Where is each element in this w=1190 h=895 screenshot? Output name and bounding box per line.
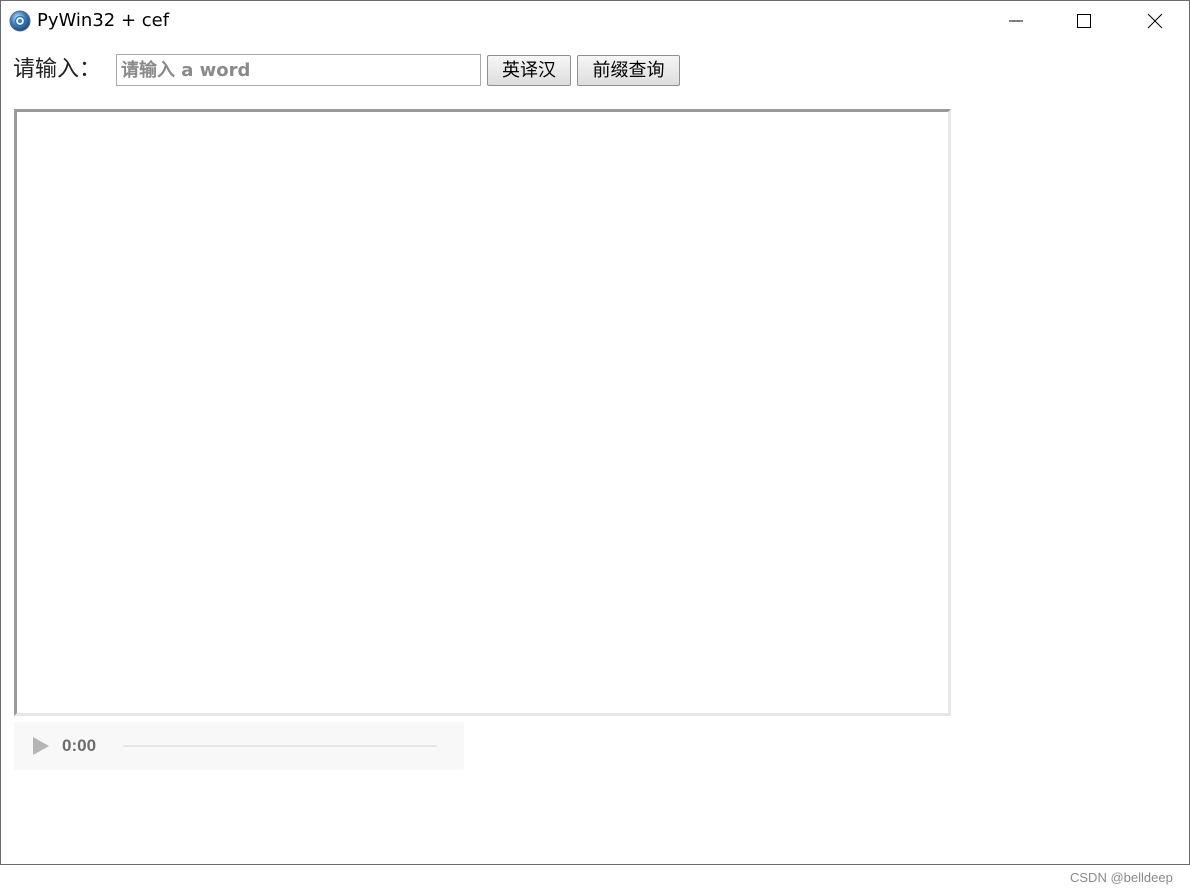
prompt-label: 请输入： <box>13 57 102 82</box>
close-icon <box>1147 13 1163 29</box>
seek-slider[interactable] <box>123 745 437 747</box>
play-icon <box>33 737 49 755</box>
app-window: PyWin32 + cef 请输入： 英译汉 前缀查询 <box>0 0 1190 865</box>
close-button[interactable] <box>1132 1 1178 41</box>
play-button[interactable] <box>32 736 50 756</box>
audio-time: 0:00 <box>62 736 97 755</box>
result-textarea[interactable] <box>14 109 951 716</box>
minimize-icon <box>1009 20 1023 22</box>
query-form: 请输入： 英译汉 前缀查询 <box>13 53 713 87</box>
title-bar[interactable]: PyWin32 + cef <box>1 1 1189 41</box>
window-title: PyWin32 + cef <box>37 10 170 31</box>
word-input[interactable] <box>116 54 481 86</box>
watermark-text: CSDN @belldeep <box>1070 870 1173 885</box>
audio-player: 0:00 <box>14 722 464 770</box>
maximize-button[interactable] <box>1061 1 1107 41</box>
prefix-search-button[interactable]: 前缀查询 <box>577 55 680 86</box>
minimize-button[interactable] <box>993 1 1039 41</box>
globe-icon <box>9 10 31 32</box>
translate-button[interactable]: 英译汉 <box>487 55 571 86</box>
maximize-icon <box>1077 14 1091 28</box>
